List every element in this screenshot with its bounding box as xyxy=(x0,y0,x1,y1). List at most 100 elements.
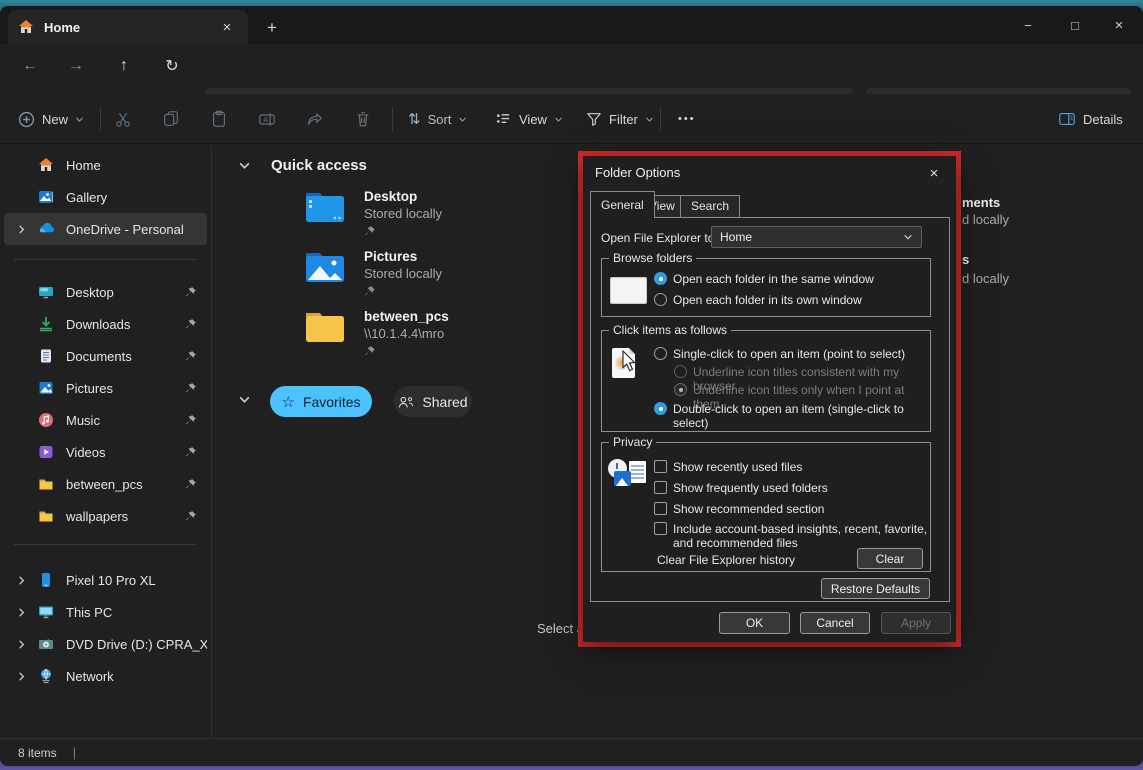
radio-own-window[interactable]: Open each folder in its own window xyxy=(654,293,862,307)
sidebar-item-pixel-phone[interactable]: Pixel 10 Pro XL xyxy=(4,564,207,596)
tab-search[interactable]: Search xyxy=(680,195,740,217)
radio-selected[interactable] xyxy=(654,402,667,415)
folder-options-dialog: Folder Options × General View Search Ope… xyxy=(583,156,956,642)
sidebar-item-between-pcs[interactable]: between_pcs xyxy=(4,468,207,500)
browse-folders-icon xyxy=(610,277,647,304)
quick-access-item-between-pcs[interactable]: between_pcs \\10.1.4.4\mro xyxy=(304,309,449,357)
chevron-right-icon[interactable] xyxy=(16,671,28,682)
delete-button[interactable] xyxy=(346,104,380,134)
sidebar-item-desktop[interactable]: Desktop xyxy=(4,276,207,308)
ok-button[interactable]: OK xyxy=(719,612,790,634)
occluded-item-sub-fragment: d locally xyxy=(962,271,1009,286)
explorer-window: Home × + − □ × ← → ↑ ↻ Home New xyxy=(0,6,1143,766)
filter-button-label: Filter xyxy=(609,112,638,127)
checkbox-unchecked[interactable] xyxy=(654,502,667,515)
new-tab-button[interactable]: + xyxy=(260,16,284,40)
favorites-label: Favorites xyxy=(303,394,361,410)
minimize-button[interactable]: − xyxy=(1007,10,1049,40)
radio-disabled xyxy=(674,365,687,378)
sidebar-item-label: Gallery xyxy=(66,190,107,205)
tab-close-icon[interactable]: × xyxy=(216,16,238,38)
cancel-button[interactable]: Cancel xyxy=(800,612,870,634)
radio-double-click[interactable]: Double-click to open an item (single-cli… xyxy=(654,402,930,430)
radio-same-window[interactable]: Open each folder in the same window xyxy=(654,272,874,286)
restore-defaults-button[interactable]: Restore Defaults xyxy=(821,578,930,599)
chevron-down-icon xyxy=(903,232,913,242)
chevron-right-icon[interactable] xyxy=(16,639,28,650)
radio-label: Double-click to open an item (single-cli… xyxy=(673,402,930,430)
chevron-right-icon[interactable] xyxy=(16,575,28,586)
quick-access-item-desktop[interactable]: Desktop Stored locally xyxy=(304,189,442,237)
quick-access-item-pictures[interactable]: Pictures Stored locally xyxy=(304,249,442,297)
radio-unselected[interactable] xyxy=(654,347,667,360)
details-button[interactable]: Details xyxy=(1050,104,1131,134)
share-button[interactable] xyxy=(298,104,332,134)
navigation-bar: ← → ↑ ↻ Home xyxy=(0,44,1143,88)
chevron-right-icon[interactable] xyxy=(16,224,28,235)
paste-button[interactable] xyxy=(202,104,236,134)
sidebar-item-this-pc[interactable]: This PC xyxy=(4,596,207,628)
gallery-icon xyxy=(38,189,54,205)
folder-icon xyxy=(38,476,54,492)
sidebar-item-label: Home xyxy=(66,158,101,173)
checkbox-label: Include account-based insights, recent, … xyxy=(673,522,929,550)
back-icon[interactable]: ← xyxy=(16,52,44,80)
view-button[interactable]: View xyxy=(487,104,571,134)
tab-general[interactable]: General xyxy=(590,191,655,218)
maximize-button[interactable]: □ xyxy=(1054,10,1096,40)
sidebar-item-pictures[interactable]: Pictures xyxy=(4,372,207,404)
open-explorer-label: Open File Explorer to: xyxy=(601,231,718,245)
apply-button[interactable]: Apply xyxy=(881,612,951,634)
rename-button[interactable]: A xyxy=(250,104,284,134)
sidebar-item-home[interactable]: Home xyxy=(4,149,207,181)
filter-button[interactable]: Filter xyxy=(578,104,662,134)
copy-button[interactable] xyxy=(154,104,188,134)
shared-pill[interactable]: Shared xyxy=(394,386,472,417)
sidebar-item-videos[interactable]: Videos xyxy=(4,436,207,468)
more-options-button[interactable]: ••• xyxy=(670,104,704,134)
group-legend: Privacy xyxy=(609,435,656,449)
check-frequent-folders[interactable]: Show frequently used folders xyxy=(654,481,828,495)
tab-home[interactable]: Home × xyxy=(8,10,248,44)
checkbox-unchecked[interactable] xyxy=(654,522,667,535)
radio-label: Open each folder in its own window xyxy=(673,293,862,307)
sidebar-item-downloads[interactable]: Downloads xyxy=(4,308,207,340)
radio-single-click[interactable]: Single-click to open an item (point to s… xyxy=(654,347,905,361)
sidebar-item-label: Pictures xyxy=(66,381,113,396)
quick-access-chevron-icon[interactable] xyxy=(238,159,251,172)
sidebar-item-onedrive[interactable]: OneDrive - Personal xyxy=(4,213,207,245)
check-recommended-section[interactable]: Show recommended section xyxy=(654,502,824,516)
section-chevron-icon[interactable] xyxy=(238,393,251,406)
view-icon xyxy=(495,111,512,128)
sidebar-item-documents[interactable]: Documents xyxy=(4,340,207,372)
pin-icon xyxy=(185,318,197,330)
refresh-icon[interactable]: ↻ xyxy=(158,52,186,80)
window-close-button[interactable]: × xyxy=(1098,10,1140,40)
check-recent-files[interactable]: Show recently used files xyxy=(654,460,802,474)
radio-selected[interactable] xyxy=(654,272,667,285)
new-button[interactable]: New xyxy=(10,104,92,134)
sidebar-item-wallpapers[interactable]: wallpapers xyxy=(4,500,207,532)
sidebar-item-label: This PC xyxy=(66,605,112,620)
cut-button[interactable] xyxy=(106,104,140,134)
open-explorer-dropdown[interactable]: Home xyxy=(711,226,922,248)
quick-access-title[interactable]: Quick access xyxy=(271,157,367,174)
clear-button[interactable]: Clear xyxy=(857,548,923,569)
chevron-right-icon[interactable] xyxy=(16,607,28,618)
desktop-icon xyxy=(38,284,54,300)
sidebar-item-dvd-drive[interactable]: DVD Drive (D:) CPRA_X64FRE_ xyxy=(4,628,207,660)
checkbox-unchecked[interactable] xyxy=(654,481,667,494)
checkbox-unchecked[interactable] xyxy=(654,460,667,473)
sidebar-item-label: Pixel 10 Pro XL xyxy=(66,573,156,588)
radio-unselected[interactable] xyxy=(654,293,667,306)
up-icon[interactable]: ↑ xyxy=(110,52,138,80)
sidebar-item-network[interactable]: Network xyxy=(4,660,207,692)
sort-button[interactable]: ⇅ Sort xyxy=(400,104,475,134)
forward-icon[interactable]: → xyxy=(62,52,90,80)
sidebar-item-music[interactable]: Music xyxy=(4,404,207,436)
sidebar-item-gallery[interactable]: Gallery xyxy=(4,181,207,213)
favorites-pill[interactable]: ☆ Favorites xyxy=(270,386,372,417)
privacy-group: Privacy Show recently used files Show fr… xyxy=(601,442,931,572)
check-account-insights[interactable]: Include account-based insights, recent, … xyxy=(654,522,929,550)
dialog-close-icon[interactable]: × xyxy=(922,162,946,184)
